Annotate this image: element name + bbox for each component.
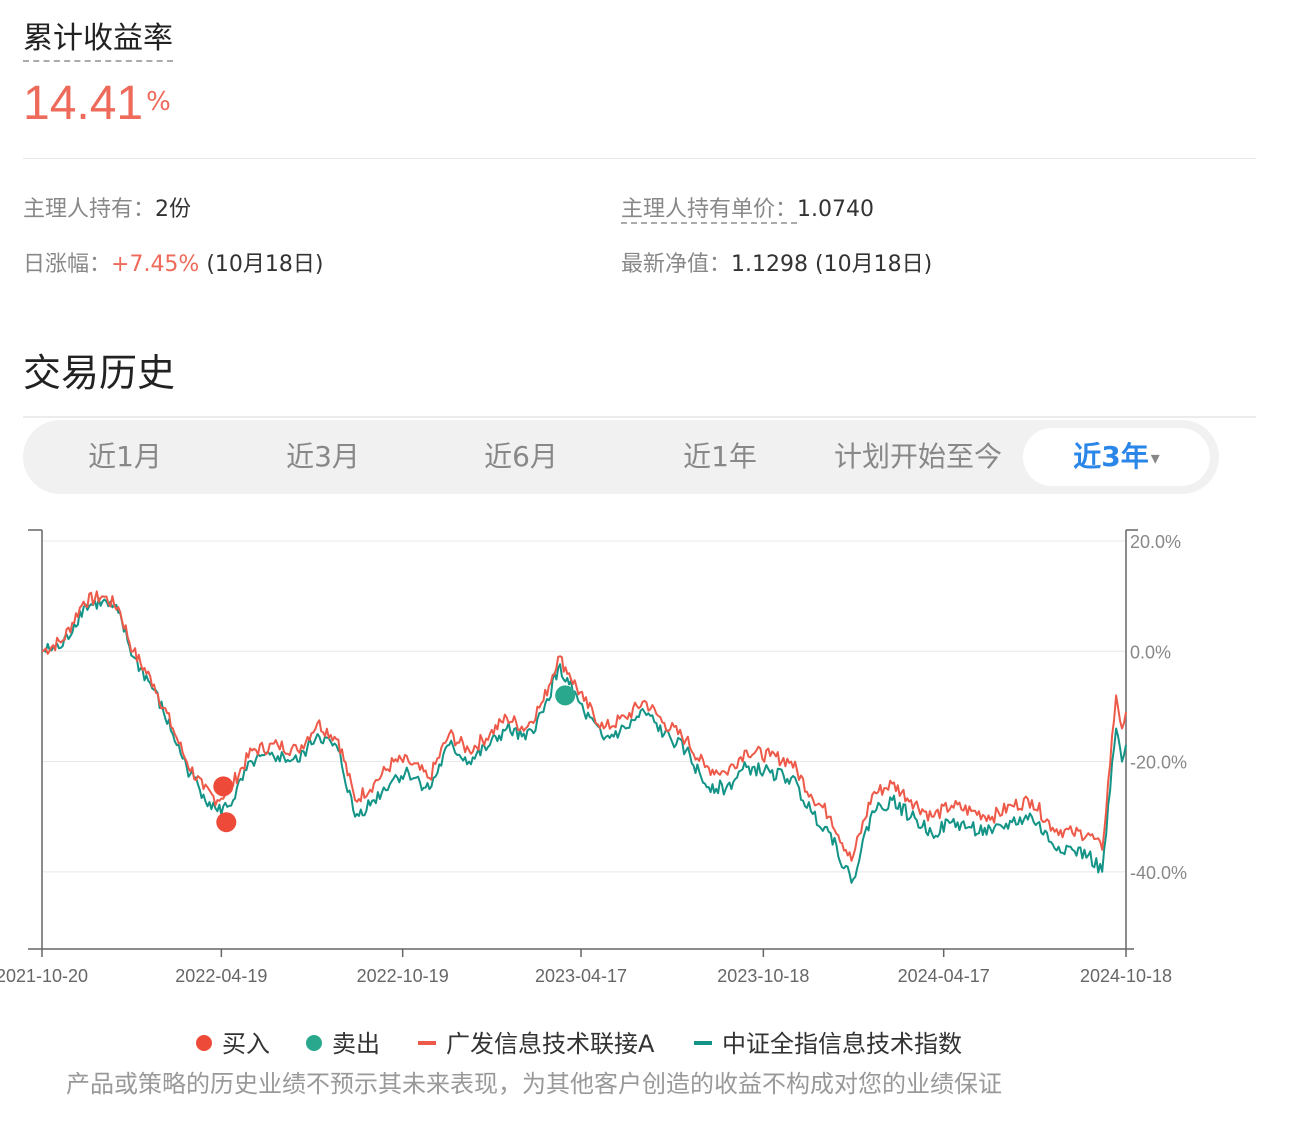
tab-1-month[interactable]: 近1月: [25, 428, 225, 486]
tab-3-years-label: 近3年: [1073, 440, 1149, 473]
dropdown-caret-icon: ▾: [1150, 448, 1160, 469]
fund-line-icon: [418, 1041, 436, 1045]
sell-marker-icon: [306, 1035, 322, 1051]
cumulative-return-unit: %: [146, 87, 171, 117]
legend-index[interactable]: 中证全指信息技术指数: [694, 1026, 962, 1062]
x-tick-label: 2021-10-20: [0, 966, 88, 986]
daily-change-value: +7.45%: [111, 252, 200, 277]
holding-value: 2份: [155, 197, 192, 222]
y-tick-label: 0.0%: [1130, 642, 1171, 662]
divider: [23, 158, 1256, 159]
trade-history-title: 交易历史: [23, 351, 176, 395]
daily-change-label: 日涨幅：: [23, 252, 112, 277]
latest-nav-value: 1.1298: [731, 252, 808, 277]
latest-nav-row: 最新净值：1.1298 (10月18日): [621, 250, 932, 280]
legend-index-label: 中证全指信息技术指数: [722, 1030, 962, 1058]
divider: [23, 416, 1256, 418]
unit-price-value: 1.0740: [797, 197, 874, 222]
tab-3-years[interactable]: 近3年 ▾: [1023, 428, 1210, 486]
x-tick-label: 2024-10-18: [1080, 966, 1172, 986]
legend-sell-label: 卖出: [332, 1030, 380, 1058]
chart-legend: 买入 卖出 广发信息技术联接A 中证全指信息技术指数: [0, 1026, 1298, 1062]
holding-row: 主理人持有：2份: [23, 195, 191, 225]
daily-change-row: 日涨幅：+7.45% (10月18日): [23, 250, 324, 280]
holding-label: 主理人持有：: [23, 197, 156, 222]
legend-sell[interactable]: 卖出: [306, 1026, 380, 1062]
buy-marker-icon: [196, 1035, 212, 1051]
cumulative-return-title[interactable]: 累计收益率: [23, 20, 173, 62]
y-tick-label: 20.0%: [1130, 532, 1181, 552]
unit-price-label[interactable]: 主理人持有单价：: [621, 197, 798, 224]
y-tick-label: -40.0%: [1130, 863, 1187, 883]
buy-marker: [216, 812, 237, 833]
x-tick-label: 2022-04-19: [175, 966, 267, 986]
cumulative-return-number: 14.41: [23, 77, 144, 130]
return-chart: 20.0% 0.0% -20.0% -40.0% 2021-10-20 2022-04-1…: [0, 529, 1187, 986]
cumulative-return-value: 14.41%: [23, 74, 171, 144]
period-tab-bar: 近1月 近3月 近6月 近1年 计划开始至今 近3年 ▾: [23, 420, 1219, 494]
y-tick-label: -20.0%: [1130, 753, 1187, 773]
disclaimer: 产品或策略的历史业绩不预示其未来表现，为其他客户创造的收益不构成对您的业绩保证: [66, 1070, 1002, 1098]
x-tick-label: 2022-10-19: [357, 966, 449, 986]
buy-marker: [213, 776, 234, 797]
x-tick-label: 2024-04-17: [898, 966, 990, 986]
sell-marker: [555, 685, 576, 706]
x-tick-label: 2023-04-17: [535, 966, 627, 986]
legend-buy-label: 买入: [222, 1030, 270, 1058]
daily-change-date: (10月18日): [206, 252, 324, 277]
index-line-icon: [694, 1041, 712, 1045]
tab-1-year[interactable]: 近1年: [620, 428, 820, 486]
legend-fund[interactable]: 广发信息技术联接A: [418, 1026, 654, 1062]
index-series-line: [41, 597, 1127, 884]
latest-nav-label: 最新净值：: [621, 252, 732, 277]
legend-fund-label: 广发信息技术联接A: [446, 1030, 655, 1058]
tab-3-months[interactable]: 近3月: [223, 428, 423, 486]
latest-nav-date: (10月18日): [815, 252, 933, 277]
tab-since-plan-start[interactable]: 计划开始至今: [818, 428, 1018, 486]
unit-price-row: 主理人持有单价：1.0740: [621, 195, 874, 225]
legend-buy[interactable]: 买入: [196, 1026, 270, 1062]
tab-6-months[interactable]: 近6月: [421, 428, 621, 486]
x-tick-label: 2023-10-18: [717, 966, 809, 986]
